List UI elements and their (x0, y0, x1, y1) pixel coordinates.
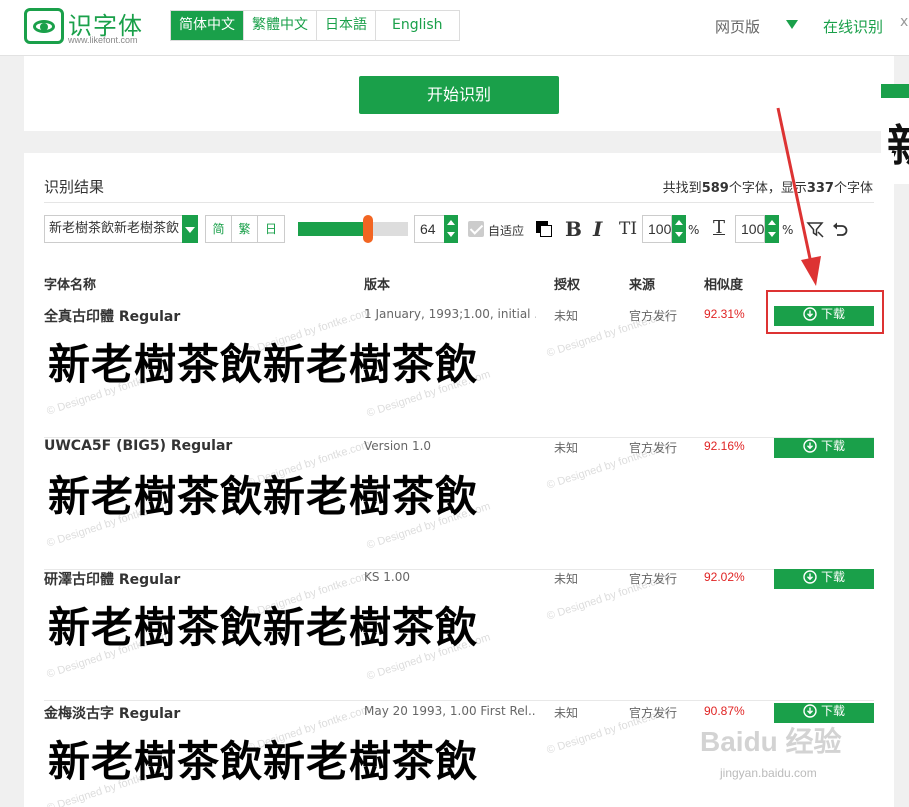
font-size-slider-fill (298, 222, 369, 236)
results-title: 识别结果 (44, 178, 105, 196)
table-row: © Designed by fontke.com © Designed by f… (44, 438, 874, 570)
baidu-watermark: Baidu 经验 jingyan.baidu.com (700, 720, 900, 790)
column-header-similarity: 相似度 (704, 278, 744, 293)
font-size-slider-handle[interactable] (363, 215, 374, 243)
italic-icon[interactable]: I (593, 217, 602, 241)
annotation-arrow (776, 107, 821, 286)
font-size-input[interactable]: 64 (414, 215, 446, 243)
baidu-url: jingyan.baidu.com (720, 766, 817, 780)
font-preview: 新老樹茶飲新老樹茶飲 (48, 340, 479, 389)
found-count: 589 (701, 181, 729, 196)
close-icon[interactable]: x (900, 14, 909, 30)
divider (44, 202, 874, 203)
font-similarity: 92.02% (704, 570, 745, 584)
font-size-stepper[interactable] (444, 215, 458, 243)
font-license: 未知 (554, 441, 579, 455)
font-preview: 新老樹茶飲新老樹茶飲 (48, 603, 479, 652)
column-header-license: 授权 (554, 278, 581, 293)
bold-icon[interactable]: B (565, 217, 582, 241)
download-button[interactable]: 下载 (774, 569, 874, 589)
font-name[interactable]: 全真古印體 Regular (44, 306, 180, 326)
font-license: 未知 (554, 309, 579, 323)
table-row: © Designed by fontke.com © Designed by f… (44, 306, 874, 438)
eye-logo-icon (24, 8, 64, 44)
font-similarity: 92.16% (704, 439, 745, 453)
percent-sign: % (688, 223, 700, 237)
font-similarity: 90.87% (704, 704, 745, 718)
baidu-logo-text: Baidu 经验 (700, 726, 842, 757)
font-source: 官方发行 (629, 441, 678, 455)
font-version: 1 January, 1993;1.00, initial ... (364, 307, 536, 321)
tab-japanese[interactable]: 日本語 (317, 11, 376, 40)
download-cloud-icon (803, 570, 817, 584)
letter-spacing-icon[interactable]: T (713, 217, 725, 238)
font-license: 未知 (554, 572, 579, 586)
top-navigation-bar: 识字体 www.likefont.com 简体中文 繁體中文 日本語 Engli… (0, 0, 909, 56)
logo-url: www.likefont.com (68, 35, 138, 45)
font-name[interactable]: UWCA5F (BIG5) Regular (44, 438, 232, 454)
sample-text-select[interactable]: 新老樹茶飲新老樹茶飲 (44, 215, 197, 243)
script-toggle: 简 繁 日 (205, 215, 285, 243)
font-license: 未知 (554, 706, 579, 720)
font-version: Version 1.0 (364, 439, 432, 453)
column-header-name: 字体名称 (44, 278, 97, 293)
site-logo[interactable]: 识字体 www.likefont.com (24, 8, 154, 46)
japanese-button[interactable]: 日 (258, 216, 284, 242)
reset-icon[interactable] (831, 220, 849, 238)
online-recognize-link[interactable]: 在线识别 (823, 16, 883, 37)
font-source: 官方发行 (629, 572, 678, 586)
column-header-version: 版本 (364, 278, 391, 293)
font-preview: 新老樹茶飲新老樹茶飲 (48, 737, 479, 786)
annotation-highlight-box (766, 290, 884, 334)
column-header-source: 来源 (629, 278, 656, 293)
download-button[interactable]: 下载 (774, 438, 874, 458)
font-version: May 20 1993, 1.00 First Rel... (364, 704, 536, 718)
chevron-down-icon[interactable] (182, 215, 198, 243)
tab-english[interactable]: English (376, 11, 459, 40)
text-size-stepper[interactable] (672, 215, 686, 243)
download-cloud-icon (803, 439, 817, 453)
font-preview: 新老樹茶飲新老樹茶飲 (48, 472, 479, 521)
font-similarity: 92.31% (704, 307, 745, 321)
font-source: 官方发行 (629, 706, 678, 720)
text-size-input[interactable]: 100 (642, 215, 672, 243)
text-size-icon[interactable]: TI (619, 219, 637, 239)
tab-simplified-chinese[interactable]: 简体中文 (171, 11, 244, 40)
table-row: © Designed by fontke.com © Designed by f… (44, 569, 874, 701)
font-version: KS 1.00 (364, 570, 411, 584)
color-picker-icon[interactable] (536, 221, 552, 237)
font-source: 官方发行 (629, 309, 678, 323)
auto-fit-label: 自适应 (488, 224, 525, 238)
traditional-button[interactable]: 繁 (232, 216, 258, 242)
simplified-button[interactable]: 简 (206, 216, 232, 242)
font-name[interactable]: 金梅淡古字 Regular (44, 703, 180, 723)
font-name[interactable]: 研澤古印體 Regular (44, 569, 180, 589)
start-recognition-button[interactable]: 开始识别 (359, 76, 559, 114)
auto-fit-checkbox[interactable] (468, 221, 484, 237)
download-cloud-icon (803, 704, 817, 718)
language-tabs: 简体中文 繁體中文 日本語 English (170, 10, 460, 41)
web-version-link[interactable]: 网页版 (715, 16, 760, 37)
caret-down-icon[interactable] (786, 20, 798, 29)
tab-traditional-chinese[interactable]: 繁體中文 (244, 11, 317, 40)
